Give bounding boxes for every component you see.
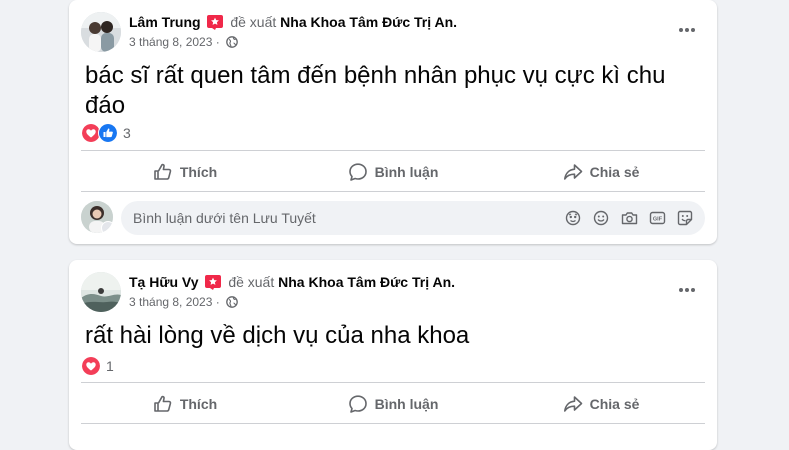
svg-text:GIF: GIF: [652, 217, 662, 223]
avatar-sticker-icon[interactable]: [559, 208, 587, 228]
comment-icon: [348, 163, 367, 181]
like-icon: [154, 163, 172, 180]
post-card: Lâm Trung đề xuất Nha Khoa Tâm Đức Trị A…: [69, 0, 717, 244]
post-text: bác sĩ rất quen tâm đến bệnh nhân phục v…: [85, 62, 666, 119]
like-icon: [154, 395, 172, 412]
comment-button[interactable]: Bình luận: [289, 387, 497, 421]
author-avatar[interactable]: [81, 272, 121, 312]
divider: [81, 191, 705, 192]
like-label: Thích: [179, 396, 218, 412]
camera-icon[interactable]: [615, 208, 643, 228]
meta-separator: ·: [215, 35, 220, 49]
author-name[interactable]: Lâm Trung: [129, 14, 201, 30]
post-actions: Thích Bình luận Chia sẻ: [81, 387, 705, 421]
post-header: Tạ Hữu Vy đề xuất Nha Khoa Tâm Đức Trị A…: [81, 272, 705, 312]
comment-composer: Bình luận dưới tên Lưu Tuyết GIF: [81, 201, 705, 237]
reactions-summary[interactable]: 3: [81, 123, 131, 143]
comment-button[interactable]: Bình luận: [289, 155, 497, 189]
post-title-line: Tạ Hữu Vy đề xuất Nha Khoa Tâm Đức Trị A…: [129, 274, 455, 290]
post-card: Tạ Hữu Vy đề xuất Nha Khoa Tâm Đức Trị A…: [69, 260, 717, 450]
post-header: Lâm Trung đề xuất Nha Khoa Tâm Đức Trị A…: [81, 12, 705, 52]
like-button[interactable]: Thích: [81, 387, 289, 421]
comment-input[interactable]: Bình luận dưới tên Lưu Tuyết GIF: [121, 201, 705, 235]
divider: [81, 382, 705, 383]
page-name-suffix: .: [451, 274, 456, 290]
comment-icon: [348, 395, 367, 413]
post-date[interactable]: 3 tháng 8, 2023: [129, 35, 212, 49]
post-meta: 3 tháng 8, 2023 ·: [129, 295, 238, 309]
author-name[interactable]: Tạ Hữu Vy: [129, 274, 199, 290]
share-icon: [563, 396, 582, 412]
post-text: rất hài lòng về dịch vụ của nha khoa: [85, 322, 470, 349]
page-name-suffix: .: [453, 14, 458, 30]
chevron-down-icon[interactable]: [101, 221, 113, 233]
current-user-avatar[interactable]: [81, 201, 113, 233]
love-reaction-icon: [81, 356, 101, 376]
more-options-button[interactable]: [669, 272, 705, 308]
comment-tools: GIF: [559, 208, 699, 228]
post-actions: Thích Bình luận Chia sẻ: [81, 155, 705, 189]
like-button[interactable]: Thích: [81, 155, 289, 189]
recommend-verb: đề xuất: [228, 274, 275, 290]
more-options-button[interactable]: [669, 12, 705, 48]
page-name-link[interactable]: Nha Khoa Tâm Đức Trị An: [278, 274, 451, 290]
divider: [81, 150, 705, 151]
more-icon: [679, 28, 695, 32]
globe-icon: [226, 296, 238, 308]
share-icon: [563, 164, 582, 180]
more-icon: [679, 288, 695, 292]
recommend-badge-icon: [207, 14, 224, 30]
sticker-icon[interactable]: [671, 208, 699, 228]
share-button[interactable]: Chia sẻ: [497, 387, 705, 421]
post-date[interactable]: 3 tháng 8, 2023: [129, 295, 212, 309]
like-label: Thích: [179, 164, 218, 180]
like-reaction-icon: [98, 123, 118, 143]
recommend-badge-icon: [205, 274, 222, 290]
share-label: Chia sẻ: [589, 396, 640, 412]
recommend-verb: đề xuất: [230, 14, 277, 30]
reaction-count: 1: [106, 358, 114, 374]
comment-label: Bình luận: [374, 396, 439, 412]
author-avatar[interactable]: [81, 12, 121, 52]
globe-icon: [226, 36, 238, 48]
reaction-count: 3: [123, 125, 131, 141]
reactions-summary[interactable]: 1: [81, 356, 114, 376]
post-meta: 3 tháng 8, 2023 ·: [129, 35, 238, 49]
share-button[interactable]: Chia sẻ: [497, 155, 705, 189]
gif-icon[interactable]: GIF: [643, 208, 671, 228]
post-title-line: Lâm Trung đề xuất Nha Khoa Tâm Đức Trị A…: [129, 14, 457, 30]
emoji-icon[interactable]: [587, 208, 615, 228]
meta-separator: ·: [215, 295, 220, 309]
share-label: Chia sẻ: [589, 164, 640, 180]
comment-label: Bình luận: [374, 164, 439, 180]
page-name-link[interactable]: Nha Khoa Tâm Đức Trị An: [280, 14, 453, 30]
comment-placeholder: Bình luận dưới tên Lưu Tuyết: [133, 210, 316, 226]
divider: [81, 423, 705, 424]
